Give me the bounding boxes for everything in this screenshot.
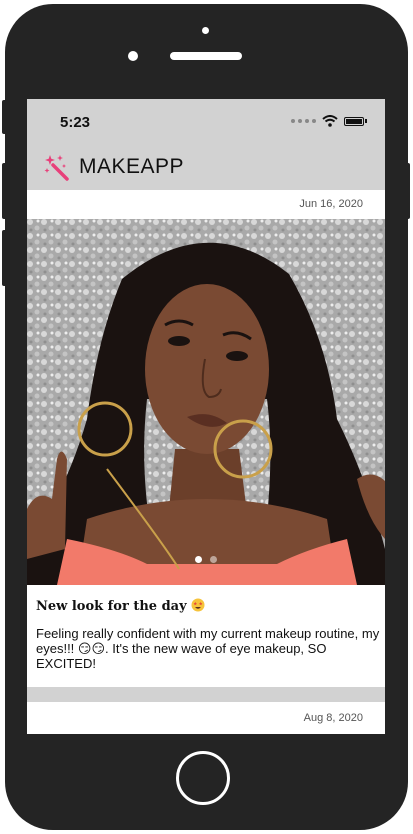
signal-dots-icon xyxy=(291,119,316,123)
volume-down-button xyxy=(2,230,7,286)
post-card[interactable]: Jun 16, 2020 New look for the day Feelin… xyxy=(27,190,385,687)
wifi-icon xyxy=(322,115,338,127)
earpiece-speaker xyxy=(170,52,242,60)
front-camera xyxy=(202,27,209,34)
carousel-dot[interactable] xyxy=(210,556,217,563)
app-screen: 5:23 MAKEAPP Jun 16, 2020 New look for t… xyxy=(27,99,385,734)
post-photo-illustration xyxy=(27,219,385,585)
volume-up-button xyxy=(2,163,7,219)
post-body-text: Feeling really confident with my current… xyxy=(36,626,380,671)
mute-switch xyxy=(2,100,7,134)
post-date: Aug 8, 2020 xyxy=(303,712,363,724)
carousel-dot-active[interactable] xyxy=(195,556,202,563)
status-time: 5:23 xyxy=(60,114,91,131)
post-date: Jun 16, 2020 xyxy=(299,198,363,210)
star-struck-emoji-icon xyxy=(191,598,205,612)
sparkle-wand-icon xyxy=(44,154,69,181)
status-icons xyxy=(291,115,367,127)
app-title: MAKEAPP xyxy=(79,154,185,178)
app-header: MAKEAPP xyxy=(27,143,385,190)
status-bar: 5:23 xyxy=(27,99,385,143)
carousel-indicator[interactable] xyxy=(27,556,385,563)
battery-icon xyxy=(344,116,364,126)
post-divider xyxy=(27,687,385,702)
battery-nub xyxy=(365,119,367,123)
post-title: New look for the day xyxy=(36,598,205,614)
home-button[interactable] xyxy=(176,751,230,805)
proximity-sensor xyxy=(128,51,138,61)
power-button xyxy=(405,163,410,219)
post-title-text: New look for the day xyxy=(36,599,187,614)
post-photo[interactable] xyxy=(27,219,385,585)
